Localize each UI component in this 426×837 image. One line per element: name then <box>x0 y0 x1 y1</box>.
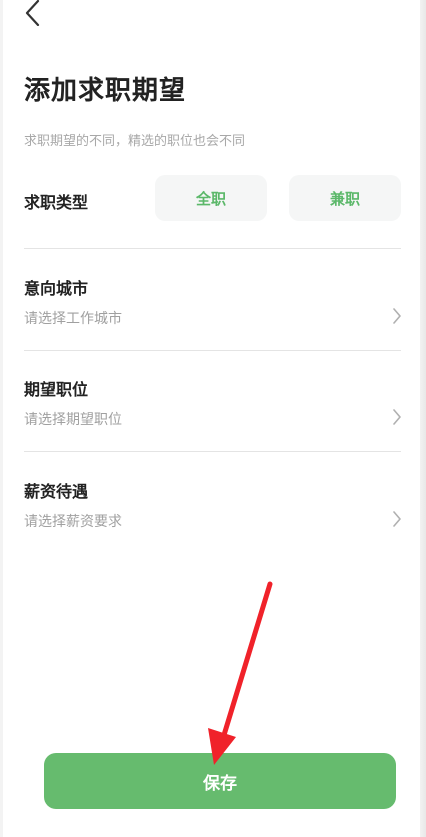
back-button[interactable] <box>22 0 44 27</box>
field-title: 意向城市 <box>24 279 89 298</box>
full-time-button[interactable]: 全职 <box>155 175 267 221</box>
field-title: 期望职位 <box>24 380 89 399</box>
page-title: 添加求职期望 <box>24 76 187 106</box>
field-row-position[interactable]: 期望职位 请选择期望职位 <box>24 376 404 446</box>
field-placeholder: 请选择工作城市 <box>24 311 122 327</box>
divider <box>24 451 401 452</box>
screen-edge-left <box>0 0 3 837</box>
field-placeholder: 请选择期望职位 <box>24 412 122 428</box>
chevron-left-icon <box>25 0 40 27</box>
page-subtitle: 求职期望的不同，精选的职位也会不同 <box>24 134 246 149</box>
part-time-button[interactable]: 兼职 <box>289 175 401 221</box>
chevron-right-icon <box>393 409 401 425</box>
divider <box>24 248 401 249</box>
chevron-right-icon <box>393 511 401 527</box>
screen-edge-right <box>420 0 426 837</box>
field-placeholder: 请选择薪资要求 <box>24 514 122 530</box>
chevron-right-icon <box>393 308 401 324</box>
field-row-salary[interactable]: 薪资待遇 请选择薪资要求 <box>24 478 404 548</box>
save-button[interactable]: 保存 <box>44 753 396 809</box>
divider <box>24 350 401 351</box>
field-row-city[interactable]: 意向城市 请选择工作城市 <box>24 275 404 345</box>
job-type-label: 求职类型 <box>24 193 89 212</box>
field-title: 薪资待遇 <box>24 482 89 501</box>
